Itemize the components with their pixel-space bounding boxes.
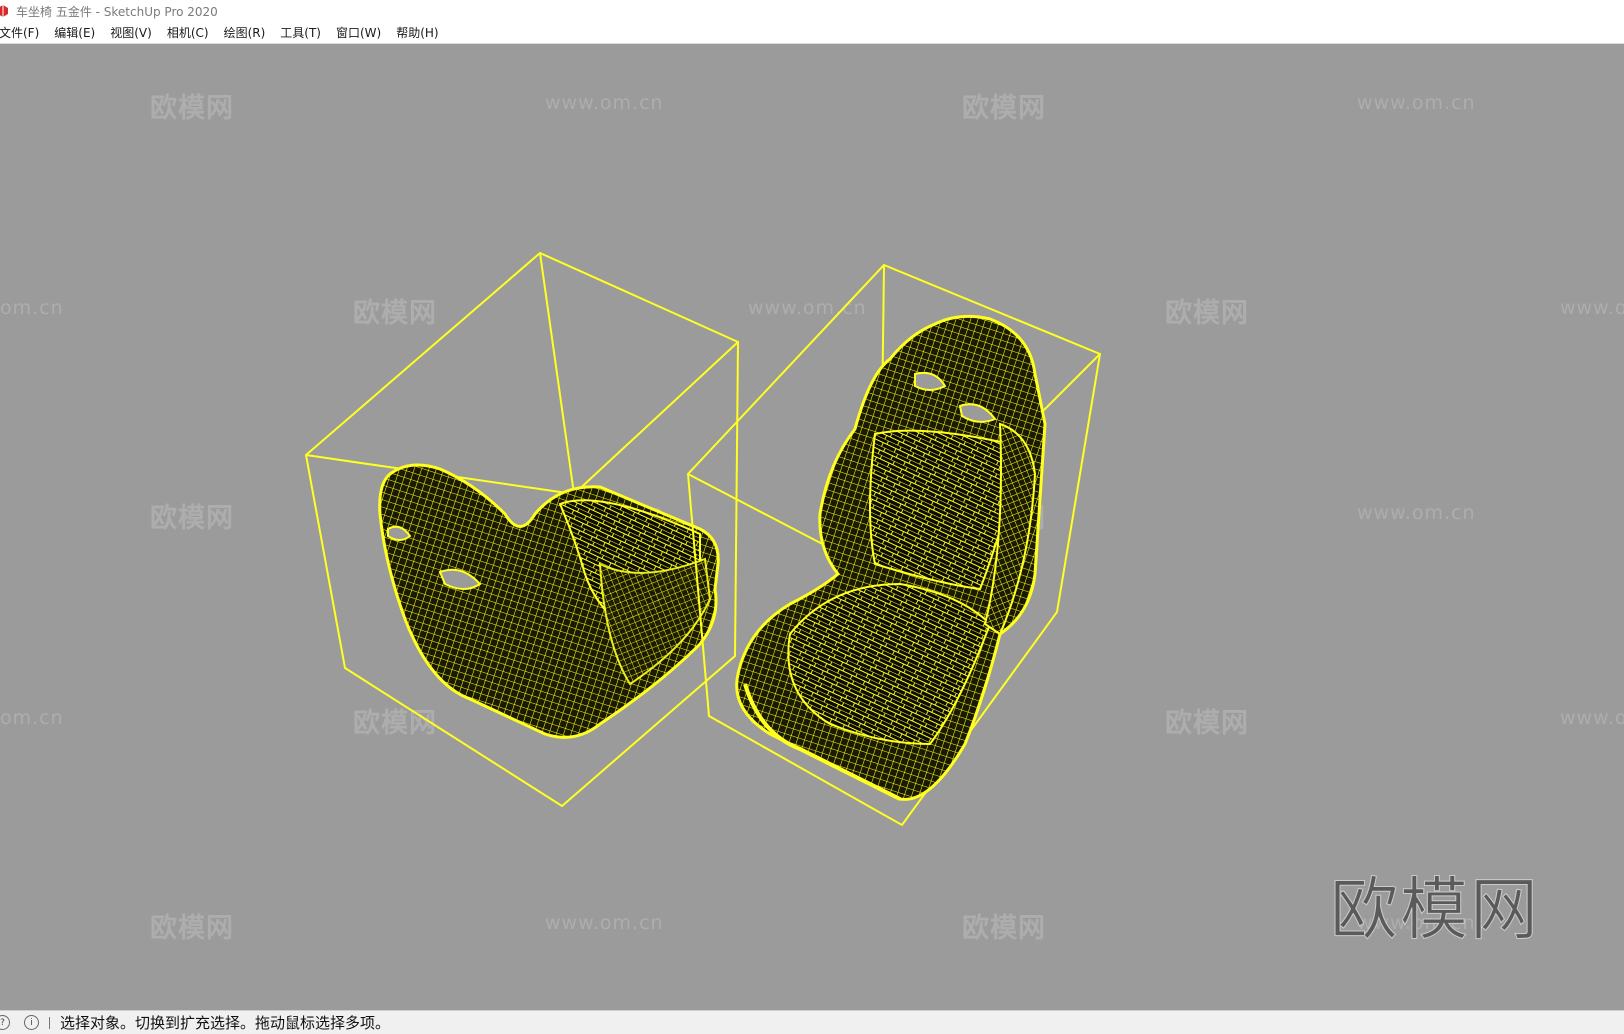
menu-help[interactable]: 帮助(H): [396, 24, 438, 41]
model-canvas[interactable]: [0, 44, 1624, 1010]
menu-view[interactable]: 视图(V): [110, 24, 152, 41]
menu-window[interactable]: 窗口(W): [336, 24, 381, 41]
status-separator: [49, 1016, 50, 1029]
menu-file[interactable]: 文件(F): [0, 24, 39, 41]
model-viewport[interactable]: 欧模网 www.om.cn 欧模网 www.om.cn om.cn 欧模网 ww…: [0, 44, 1624, 1010]
menu-draw[interactable]: 绘图(R): [224, 24, 266, 41]
menu-edit[interactable]: 编辑(E): [54, 24, 95, 41]
title-bar: 车坐椅 五金件 - SketchUp Pro 2020: [0, 0, 1624, 22]
window-title: 车坐椅 五金件 - SketchUp Pro 2020: [16, 4, 218, 19]
seat-right[interactable]: [735, 314, 1047, 801]
status-bar: ? i 选择对象。切换到扩充选择。拖动鼠标选择多项。: [0, 1010, 1624, 1034]
status-message: 选择对象。切换到扩充选择。拖动鼠标选择多项。: [60, 1014, 391, 1032]
sketchup-icon: [0, 5, 8, 17]
menu-bar: 文件(F) 编辑(E) 视图(V) 相机(C) 绘图(R) 工具(T) 窗口(W…: [0, 22, 1624, 44]
info-icon[interactable]: i: [24, 1015, 39, 1030]
geo-location-icon[interactable]: ?: [0, 1015, 10, 1030]
menu-tools[interactable]: 工具(T): [280, 24, 321, 41]
menu-camera[interactable]: 相机(C): [167, 24, 209, 41]
seat-left[interactable]: [378, 463, 720, 739]
